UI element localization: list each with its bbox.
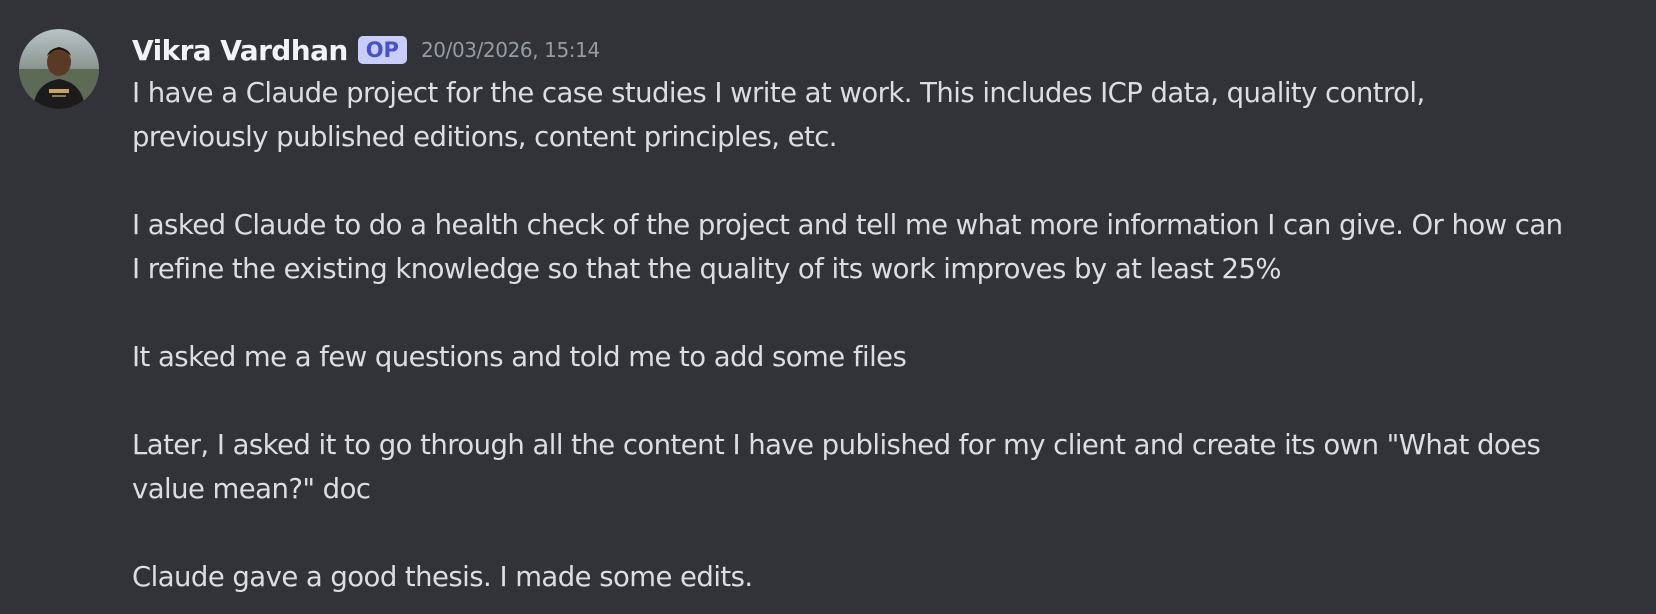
chat-message: Vikra Vardhan OP 20/03/2026, 15:14 I hav… [0, 0, 1656, 614]
message-paragraph: I asked Claude to do a health check of t… [132, 209, 1563, 285]
message-paragraph: Later, I asked it to go through all the … [132, 429, 1541, 505]
message-paragraph: It asked me a few questions and told me … [132, 341, 907, 373]
message-header: Vikra Vardhan OP 20/03/2026, 15:14 [132, 30, 600, 70]
avatar[interactable] [19, 29, 99, 109]
message-paragraph: I have a Claude project for the case stu… [132, 77, 1425, 153]
message-content: I have a Claude project for the case stu… [132, 71, 1642, 599]
author-name[interactable]: Vikra Vardhan [132, 34, 348, 67]
avatar-photo-icon [19, 29, 99, 109]
message-paragraph: Claude gave a good thesis. I made some e… [132, 561, 753, 593]
op-badge: OP [357, 36, 407, 64]
message-timestamp[interactable]: 20/03/2026, 15:14 [421, 38, 600, 62]
